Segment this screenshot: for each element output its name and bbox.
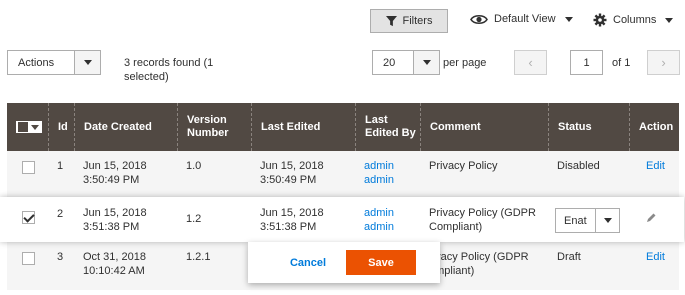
cell-last-edited: Jun 15, 2018 3:50:49 PM bbox=[260, 160, 324, 186]
per-page-select[interactable]: 20 bbox=[372, 50, 440, 75]
table-row: 1 Jun 15, 2018 3:50:49 PM 1.0 Jun 15, 201… bbox=[7, 151, 679, 199]
column-header-status[interactable]: Status bbox=[548, 103, 629, 151]
cell-status: Disabled bbox=[557, 160, 600, 172]
column-header-version-number[interactable]: Version Number bbox=[177, 103, 251, 151]
actions-label: Actions bbox=[18, 56, 55, 69]
inline-edit-actions: Cancel Save bbox=[248, 242, 440, 283]
cell-version: 1.2.1 bbox=[186, 251, 211, 263]
page-total-label: of 1 bbox=[612, 57, 631, 69]
columns-dropdown[interactable]: Columns bbox=[593, 13, 674, 27]
filters-label: Filters bbox=[402, 15, 433, 27]
pencil-icon[interactable] bbox=[645, 212, 657, 224]
column-header-id[interactable]: Id bbox=[48, 103, 74, 151]
view-label: Default View bbox=[494, 13, 556, 25]
cell-comment: Privacy Policy bbox=[429, 160, 498, 172]
cell-status: Draft bbox=[557, 251, 581, 263]
cell-version: 1.2 bbox=[186, 213, 202, 225]
chevron-down-icon bbox=[595, 209, 619, 232]
row-checkbox[interactable] bbox=[22, 252, 35, 265]
chevron-down-icon bbox=[665, 17, 674, 23]
cell-last-edited: Jun 15, 2018 3:51:38 PM bbox=[260, 207, 324, 233]
grid-header: Id Date Created Version Number Last Edit… bbox=[7, 103, 679, 151]
page-number-input[interactable]: 1 bbox=[570, 50, 603, 75]
mass-select-control[interactable] bbox=[16, 121, 42, 133]
eye-icon bbox=[470, 14, 488, 24]
view-dropdown[interactable]: Default View bbox=[470, 13, 573, 25]
cell-date-created: Jun 15, 2018 3:50:49 PM bbox=[83, 160, 147, 186]
actions-dropdown[interactable]: Actions bbox=[7, 50, 101, 75]
filter-icon bbox=[385, 15, 397, 26]
edit-link[interactable]: Edit bbox=[637, 159, 665, 173]
save-button[interactable]: Save bbox=[346, 250, 416, 275]
cell-id: 3 bbox=[57, 251, 64, 263]
cell-comment: Privacy Policy (GDPR Compliant) bbox=[429, 207, 536, 233]
cancel-button[interactable]: Cancel bbox=[278, 251, 338, 275]
cell-date-created: Oct 31, 2018 10:10:42 AM bbox=[83, 251, 146, 277]
columns-label: Columns bbox=[613, 14, 657, 26]
cell-id: 1 bbox=[57, 160, 64, 172]
column-header-date-created[interactable]: Date Created bbox=[74, 103, 177, 151]
chevron-left-icon: ‹ bbox=[528, 55, 533, 70]
cell-id: 2 bbox=[57, 208, 64, 220]
status-value: Enat bbox=[564, 214, 587, 227]
records-count: 3 records found (1 selected) bbox=[124, 57, 214, 83]
chevron-right-icon: › bbox=[661, 55, 666, 70]
column-header-comment[interactable]: Comment bbox=[420, 103, 548, 151]
status-select[interactable]: Enat bbox=[555, 208, 620, 233]
next-page-button[interactable]: › bbox=[647, 50, 680, 75]
cell-date-created: Jun 15, 2018 3:51:38 PM bbox=[83, 207, 147, 233]
edit-link[interactable]: Edit bbox=[637, 250, 665, 264]
per-page-label: per page bbox=[443, 57, 487, 69]
chevron-down-icon bbox=[74, 51, 100, 74]
gear-icon bbox=[593, 13, 607, 27]
chevron-down-icon bbox=[564, 16, 573, 22]
mass-select-header[interactable] bbox=[7, 103, 48, 151]
previous-page-button[interactable]: ‹ bbox=[514, 50, 547, 75]
chevron-down-icon bbox=[413, 51, 439, 74]
cell-edited-by[interactable]: admin admin bbox=[355, 159, 394, 187]
row-checkbox[interactable] bbox=[22, 211, 35, 224]
cell-version: 1.0 bbox=[186, 160, 202, 172]
column-header-last-edited-by[interactable]: Last Edited By bbox=[355, 103, 420, 151]
row-checkbox[interactable] bbox=[22, 161, 35, 174]
cell-edited-by[interactable]: admin admin bbox=[355, 206, 394, 234]
column-header-last-edited[interactable]: Last Edited bbox=[251, 103, 355, 151]
column-header-action: Action bbox=[629, 103, 679, 151]
filters-button[interactable]: Filters bbox=[370, 9, 448, 33]
per-page-value: 20 bbox=[383, 56, 396, 69]
